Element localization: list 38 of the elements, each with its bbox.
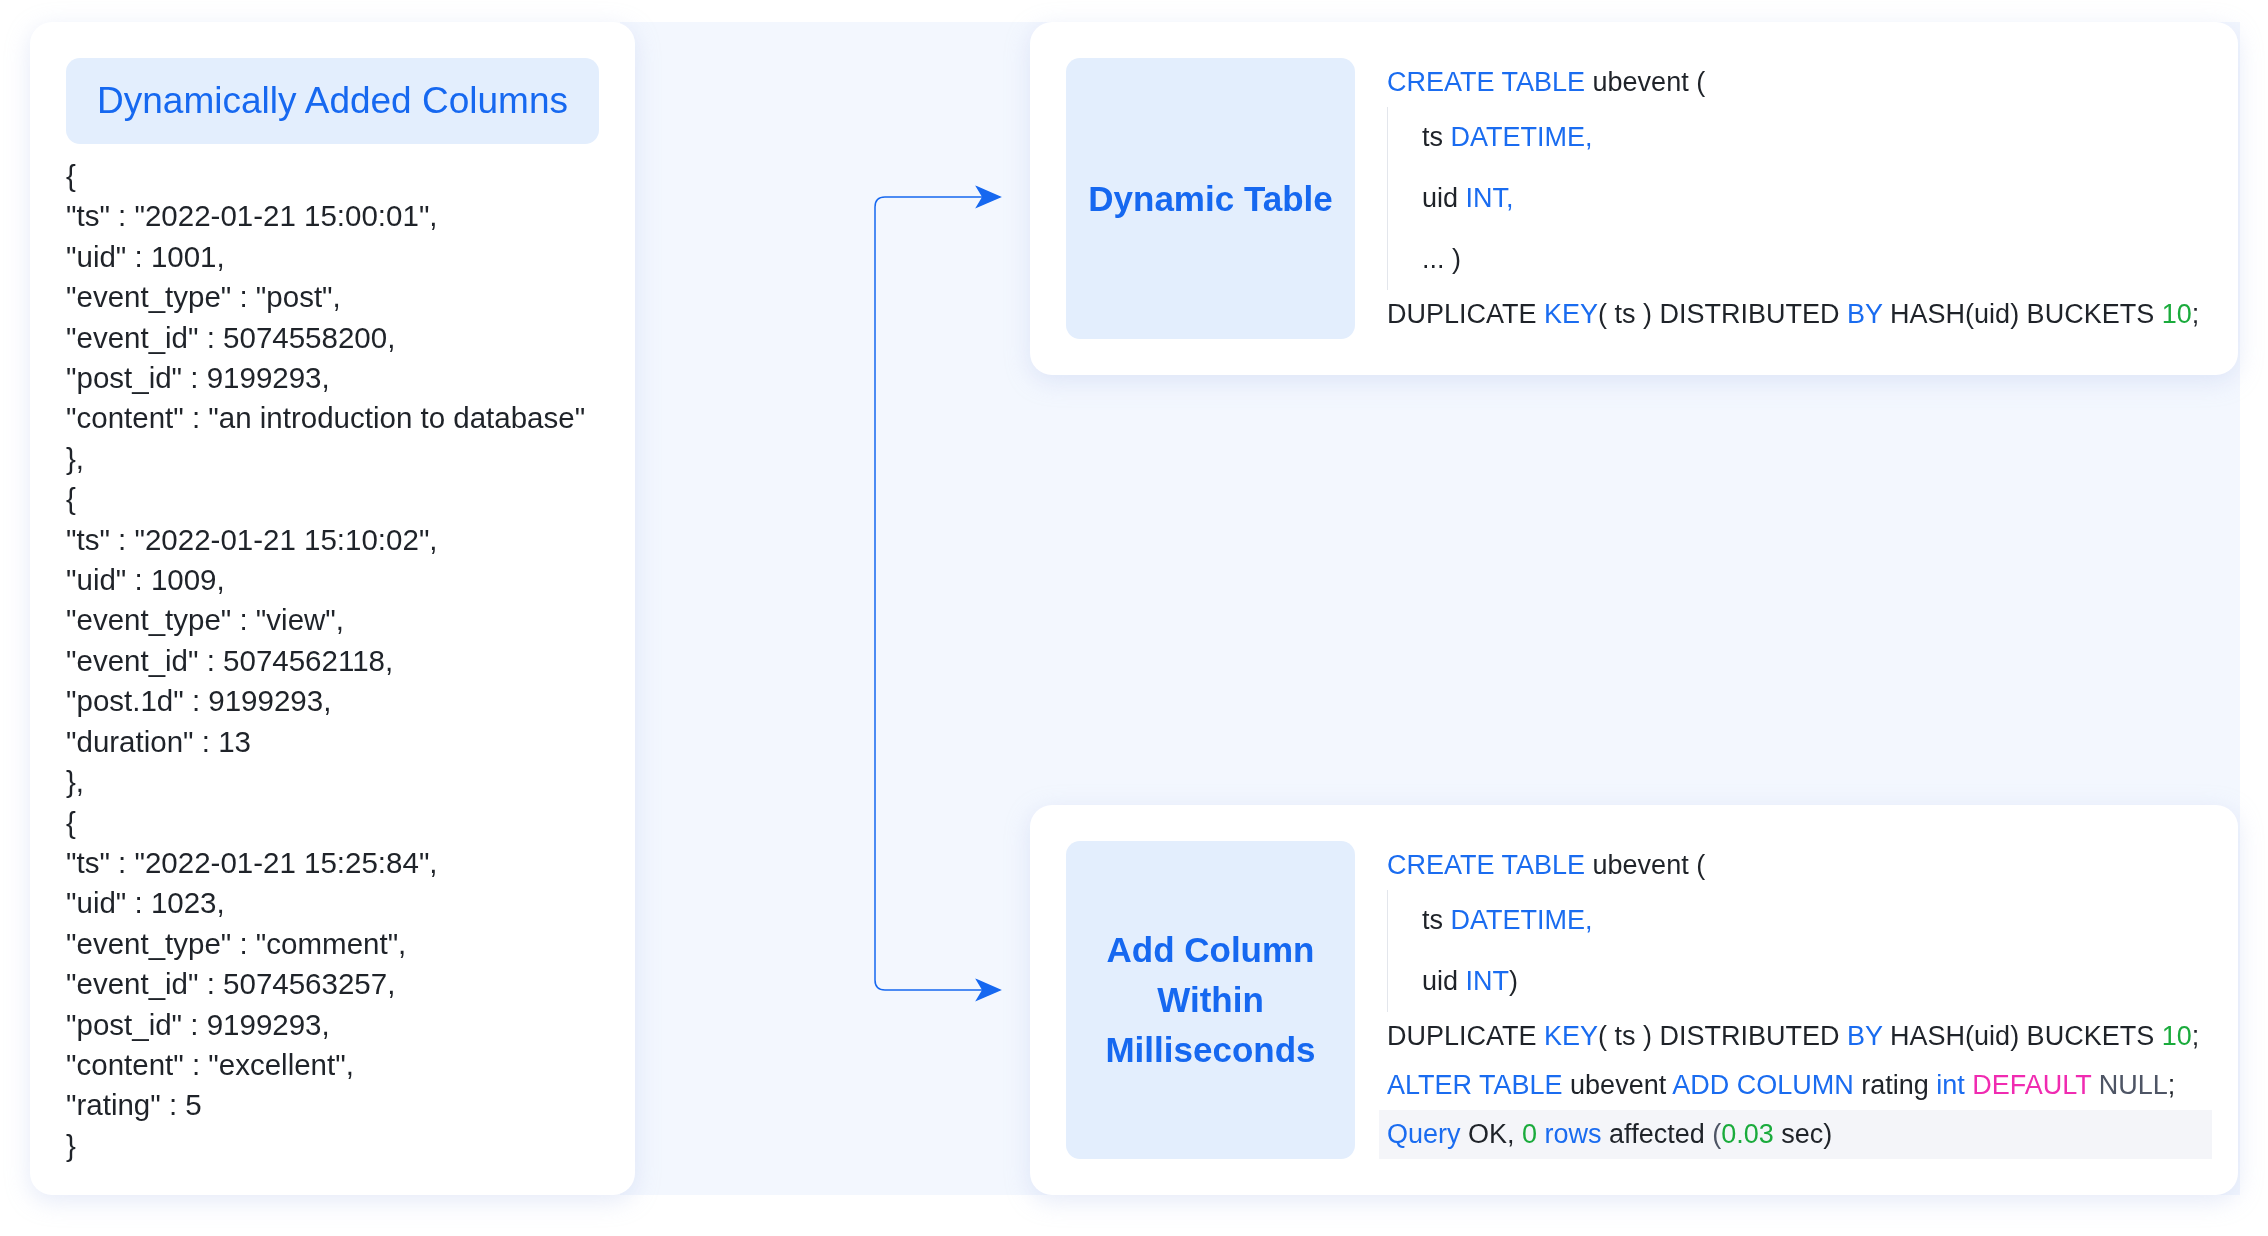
json-line: "post_id" : 9199293, <box>66 1006 331 1043</box>
json-line: "ts" : "2022-01-21 15:10:02", <box>66 521 439 558</box>
json-line: }, <box>66 764 86 801</box>
code-line: ... ) <box>1387 229 2212 290</box>
json-line: "event_type" : "comment", <box>66 925 408 962</box>
json-line: }, <box>66 440 86 477</box>
json-line: "uid" : 1001, <box>66 238 226 275</box>
json-line: "uid" : 1023, <box>66 885 226 922</box>
json-line: "event_id" : 5074563257, <box>66 966 397 1003</box>
json-line: { <box>66 158 77 194</box>
json-line: "rating" : 5 <box>66 1087 203 1124</box>
json-line: "ts" : "2022-01-21 15:25:84", <box>66 844 439 881</box>
card-label: Dynamic Table <box>1066 58 1355 339</box>
code-line: ts DATETIME, <box>1387 107 2212 168</box>
json-line: "content" : "an introduction to database" <box>66 400 587 437</box>
json-line: "event_type" : "post", <box>66 279 342 316</box>
code-line: CREATE TABLE ubevent ( <box>1387 849 1707 882</box>
code-line: CREATE TABLE ubevent ( <box>1387 66 1707 99</box>
json-line: "post_id" : 9199293, <box>66 360 331 397</box>
json-line: { <box>66 804 77 841</box>
json-line: "event_id" : 5074558200, <box>66 319 397 356</box>
json-line: "ts" : "2022-01-21 15:00:01", <box>66 198 439 235</box>
json-line: "duration" : 13 <box>66 723 252 760</box>
code-line: uid INT, <box>1387 168 2212 229</box>
json-line: "content" : "excellent", <box>66 1046 355 1083</box>
json-line: "event_id" : 5074562118, <box>66 642 395 679</box>
code-line: ts DATETIME, <box>1387 890 2212 951</box>
json-line: "uid" : 1009, <box>66 562 226 599</box>
code-line: uid INT) <box>1387 951 2212 1012</box>
json-line: "post.1d" : 9199293, <box>66 683 333 720</box>
json-line: { <box>66 481 77 518</box>
code-line: DUPLICATE KEY( ts ) DISTRIBUTED BY HASH(uid) BUCKETS 10; <box>1387 298 2201 331</box>
code-line: DUPLICATE KEY( ts ) DISTRIBUTED BY HASH(uid) BUCKETS 10; <box>1387 1020 2201 1053</box>
card-title: Dynamically Added Columns <box>66 58 599 144</box>
card-label: Add Column Within Milliseconds <box>1066 841 1355 1159</box>
json-line: "event_type" : "view", <box>66 602 346 639</box>
json-line: } <box>66 1127 77 1164</box>
code-line: ALTER TABLE ubevent ADD COLUMN rating int DEFAULT NULL; <box>1387 1069 2177 1102</box>
